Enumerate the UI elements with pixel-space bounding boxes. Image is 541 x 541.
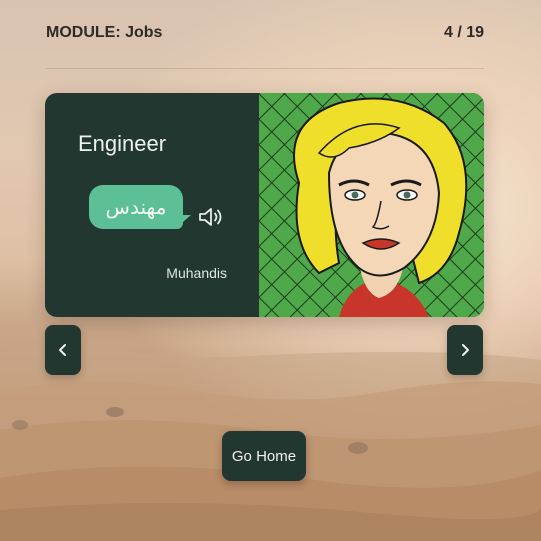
prev-card-button[interactable] xyxy=(45,325,81,375)
flashcard: Engineer مهندس Muhandis xyxy=(45,93,484,317)
header-divider xyxy=(46,68,484,69)
speaker-icon[interactable] xyxy=(197,205,225,229)
bubble-tail xyxy=(175,215,191,229)
chevron-left-icon xyxy=(59,344,66,356)
pop-art-portrait-image xyxy=(259,93,484,317)
translation-bubble: مهندس xyxy=(89,185,183,229)
header: MODULE: Jobs 4 / 19 xyxy=(46,22,484,44)
word-label: Engineer xyxy=(78,131,167,156)
transliteration-label: Muhandis xyxy=(166,265,227,281)
module-title: MODULE: Jobs xyxy=(46,24,163,41)
next-card-button[interactable] xyxy=(447,325,483,375)
go-home-button[interactable]: Go Home xyxy=(222,431,306,481)
flashcard-text-panel: Engineer مهندس Muhandis xyxy=(45,93,259,317)
progress-counter: 4 / 19 xyxy=(443,24,484,41)
chevron-right-icon xyxy=(462,344,469,356)
